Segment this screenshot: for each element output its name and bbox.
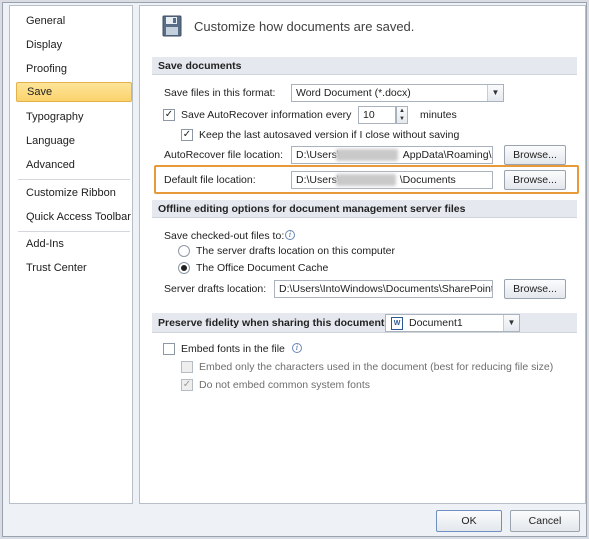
embed-chars-label: Embed only the characters used in the do… (199, 361, 554, 373)
nav-item-language[interactable]: Language (16, 131, 132, 151)
info-icon[interactable]: i (285, 230, 295, 240)
no-common-fonts-checkbox[interactable]: ✓ (181, 379, 193, 391)
radio-server-drafts[interactable] (178, 245, 190, 257)
nav-divider (18, 179, 130, 180)
nav-item-trust-center[interactable]: Trust Center (16, 258, 132, 278)
spin-up-icon[interactable]: ▲ (397, 107, 407, 115)
section-offline-editing: Offline editing options for document man… (152, 200, 577, 218)
autorecover-minutes-input[interactable]: 10 (358, 106, 396, 124)
format-dropdown[interactable]: Word Document (*.docx) ▼ (291, 84, 504, 102)
redaction-blur (336, 174, 396, 186)
chevron-down-icon[interactable]: ▼ (503, 315, 519, 331)
options-nav: General Display Proofing Save Typography… (9, 5, 133, 504)
minutes-label: minutes (420, 109, 457, 121)
save-checked-out-label: Save checked-out files to: (164, 230, 285, 242)
keep-last-label: Keep the last autosaved version if I clo… (199, 129, 460, 141)
nav-item-proofing[interactable]: Proofing (16, 59, 132, 79)
server-drafts-browse-button[interactable]: Browse... (504, 279, 566, 299)
keep-last-checkbox[interactable]: ✓ (181, 129, 193, 141)
nav-item-customize-ribbon[interactable]: Customize Ribbon (16, 183, 132, 203)
chevron-down-icon[interactable]: ▼ (487, 85, 503, 101)
format-label: Save files in this format: (164, 87, 276, 99)
autorecover-checkbox[interactable]: ✓ (163, 109, 175, 121)
word-document-icon: W (391, 317, 403, 330)
server-drafts-label: Server drafts location: (164, 283, 267, 295)
nav-item-display[interactable]: Display (16, 35, 132, 55)
autorecover-location-label: AutoRecover file location: (164, 149, 284, 161)
section-save-documents: Save documents (152, 57, 577, 75)
ok-button[interactable]: OK (436, 510, 502, 532)
page-title: Customize how documents are saved. (194, 19, 415, 34)
server-drafts-input[interactable]: D:\Users\IntoWindows\Documents\SharePoin… (274, 280, 493, 298)
spin-down-icon[interactable]: ▼ (397, 115, 407, 123)
embed-fonts-label: Embed fonts in the file (181, 343, 285, 355)
cancel-button[interactable]: Cancel (510, 510, 580, 532)
default-location-prefix: D:\Users\ (296, 174, 340, 186)
nav-item-advanced[interactable]: Advanced (16, 155, 132, 175)
autorecover-location-prefix: D:\Users\ (296, 149, 340, 161)
default-location-browse-button[interactable]: Browse... (504, 170, 566, 190)
floppy-disk-icon (162, 15, 182, 37)
document-value: Document1 (409, 317, 463, 329)
default-location-label: Default file location: (164, 174, 256, 186)
nav-item-save[interactable]: Save (16, 82, 132, 102)
autorecover-location-suffix: AppData\Roaming\ (402, 149, 492, 161)
radio-server-drafts-label: The server drafts location on this compu… (196, 245, 396, 257)
radio-office-cache-label: The Office Document Cache (196, 262, 329, 274)
save-options-panel: Customize how documents are saved. Save … (139, 5, 586, 504)
default-location-suffix: \Documents (399, 174, 456, 186)
nav-item-quick-access-toolbar[interactable]: Quick Access Toolbar (16, 207, 132, 227)
nav-item-general[interactable]: General (16, 11, 132, 31)
nav-item-add-ins[interactable]: Add-Ins (16, 234, 132, 254)
nav-item-typography[interactable]: Typography (16, 107, 132, 127)
embed-fonts-checkbox[interactable] (163, 343, 175, 355)
autorecover-label: Save AutoRecover information every (181, 109, 352, 121)
autorecover-browse-button[interactable]: Browse... (504, 145, 566, 165)
nav-divider (18, 231, 130, 232)
info-icon[interactable]: i (292, 343, 302, 353)
embed-chars-checkbox[interactable] (181, 361, 193, 373)
redaction-blur (336, 149, 398, 161)
word-options-dialog: General Display Proofing Save Typography… (2, 2, 587, 537)
no-common-fonts-label: Do not embed common system fonts (199, 379, 370, 391)
document-dropdown[interactable]: W Document1 ▼ (385, 314, 520, 332)
minutes-spinner[interactable]: ▲ ▼ (396, 106, 408, 124)
radio-office-cache[interactable] (178, 262, 190, 274)
format-value: Word Document (*.docx) (296, 87, 411, 99)
